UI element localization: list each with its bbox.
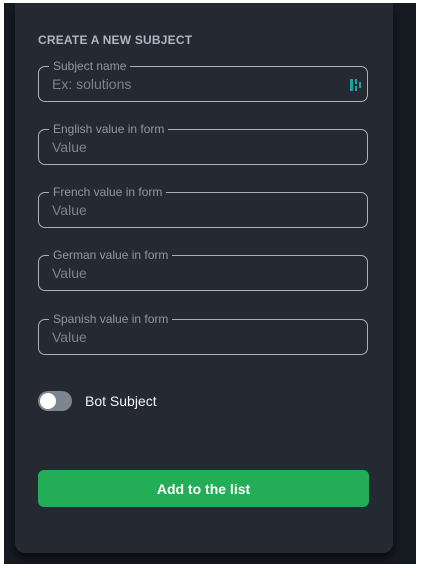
spanish-value-label: Spanish value in form	[49, 312, 173, 326]
english-value-field[interactable]: English value in form	[38, 122, 368, 165]
bot-subject-row: Bot Subject	[38, 390, 157, 412]
toggle-knob	[40, 393, 56, 409]
french-value-field[interactable]: French value in form	[38, 185, 368, 228]
german-value-field[interactable]: German value in form	[38, 248, 368, 291]
bot-subject-label: Bot Subject	[85, 393, 157, 409]
spanish-value-field[interactable]: Spanish value in form	[38, 312, 368, 355]
french-value-label: French value in form	[49, 185, 167, 199]
create-subject-panel: CREATE A NEW SUBJECT Subject name Englis…	[15, 3, 393, 553]
add-to-list-button[interactable]: Add to the list	[38, 470, 369, 507]
subject-name-label: Subject name	[49, 59, 131, 73]
bot-subject-toggle[interactable]	[38, 391, 72, 411]
english-value-label: English value in form	[49, 122, 169, 136]
form-title: CREATE A NEW SUBJECT	[38, 33, 193, 47]
german-value-label: German value in form	[49, 248, 173, 262]
subject-name-field[interactable]: Subject name	[38, 59, 368, 102]
password-manager-icon[interactable]	[349, 78, 363, 92]
app-window: CREATE A NEW SUBJECT Subject name Englis…	[4, 3, 416, 564]
